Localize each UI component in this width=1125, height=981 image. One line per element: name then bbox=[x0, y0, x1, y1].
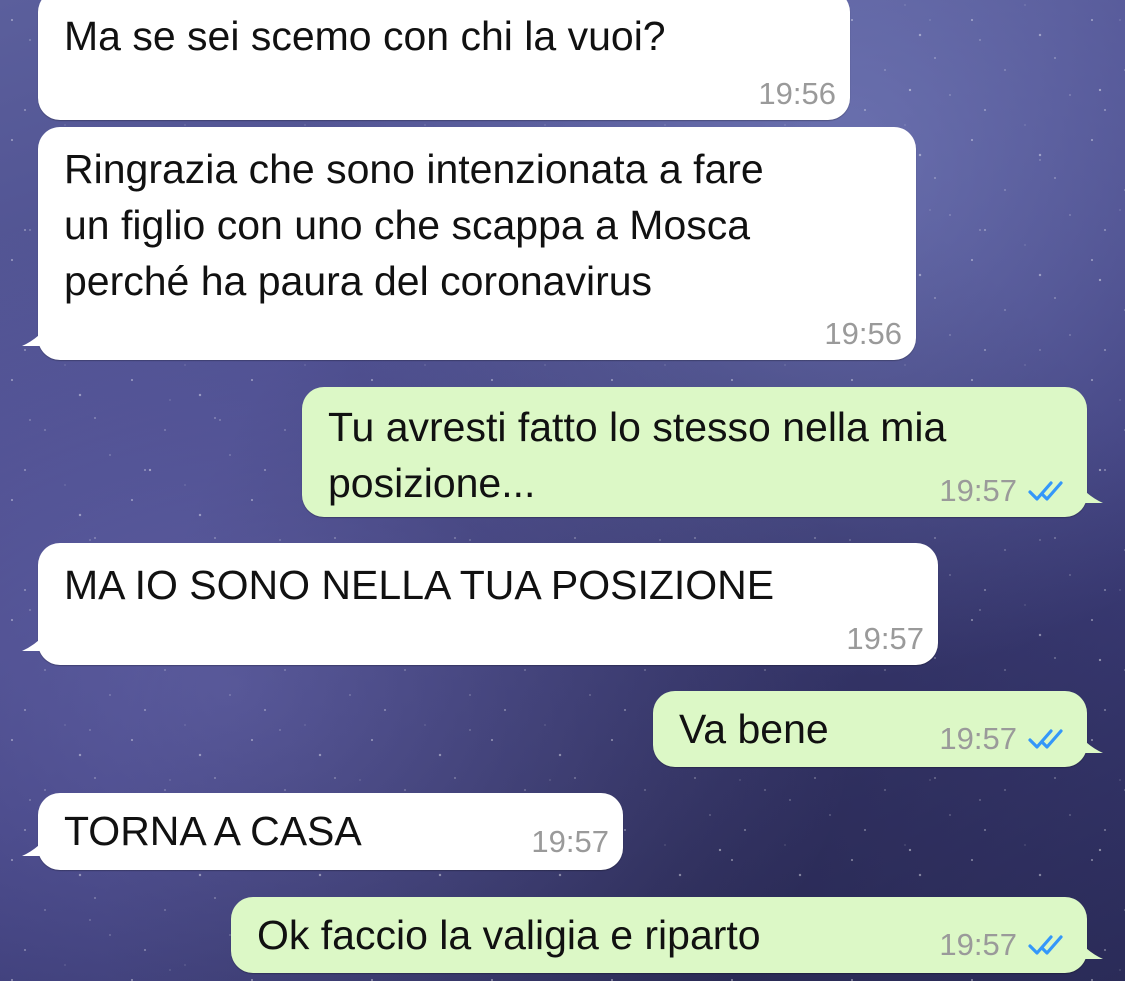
bubble-tail-icon bbox=[22, 320, 52, 346]
message-meta: 19:56 bbox=[758, 74, 836, 114]
incoming-message-bubble[interactable]: Ringrazia che sono intenzionata a fare u… bbox=[22, 127, 916, 360]
incoming-message-bubble[interactable]: Ma se sei scemo con chi la vuoi? 19:56 bbox=[38, 0, 850, 120]
bubble-tail-icon bbox=[1073, 727, 1103, 753]
double-check-read-icon bbox=[1028, 481, 1063, 501]
message-timestamp: 19:57 bbox=[531, 824, 609, 859]
message-text: Tu avresti fatto lo stesso nella mia pos… bbox=[328, 404, 947, 506]
message-meta: 19:57 bbox=[939, 925, 1073, 965]
bubble-tail-icon bbox=[1073, 933, 1103, 959]
double-check-read-icon bbox=[1028, 729, 1063, 749]
message-text: Ok faccio la valigia e riparto bbox=[257, 912, 761, 958]
message-text: Ma se sei scemo con chi la vuoi? bbox=[64, 13, 666, 59]
message-text: Va bene bbox=[679, 706, 829, 752]
message-text: Ringrazia che sono intenzionata a fare u… bbox=[64, 146, 764, 304]
outgoing-message-bubble[interactable]: Tu avresti fatto lo stesso nella mia pos… bbox=[302, 387, 1103, 517]
message-meta: 19:57 bbox=[939, 719, 1073, 759]
message-timestamp: 19:57 bbox=[939, 927, 1017, 962]
incoming-message-bubble[interactable]: MA IO SONO NELLA TUA POSIZIONE 19:57 bbox=[22, 543, 938, 665]
message-timestamp: 19:56 bbox=[824, 316, 902, 351]
bubble-tail-icon bbox=[1073, 477, 1103, 503]
outgoing-message-bubble[interactable]: Ok faccio la valigia e riparto 19:57 bbox=[231, 897, 1103, 973]
message-timestamp: 19:56 bbox=[758, 76, 836, 111]
message-meta: 19:57 bbox=[531, 822, 609, 862]
message-text: TORNA A CASA bbox=[64, 808, 362, 854]
message-meta: 19:56 bbox=[824, 314, 902, 354]
message-meta: 19:57 bbox=[939, 471, 1073, 511]
message-timestamp: 19:57 bbox=[939, 721, 1017, 756]
message-meta: 19:57 bbox=[846, 619, 924, 659]
incoming-message-bubble[interactable]: TORNA A CASA 19:57 bbox=[22, 793, 623, 870]
outgoing-message-bubble[interactable]: Va bene 19:57 bbox=[653, 691, 1103, 767]
message-text: MA IO SONO NELLA TUA POSIZIONE bbox=[64, 562, 775, 608]
bubble-tail-icon bbox=[22, 625, 52, 651]
message-timestamp: 19:57 bbox=[846, 621, 924, 656]
message-timestamp: 19:57 bbox=[939, 473, 1017, 508]
double-check-read-icon bbox=[1028, 935, 1063, 955]
chat-thread[interactable]: Ma se sei scemo con chi la vuoi? 19:56 R… bbox=[0, 0, 1125, 981]
bubble-tail-icon bbox=[22, 830, 52, 856]
